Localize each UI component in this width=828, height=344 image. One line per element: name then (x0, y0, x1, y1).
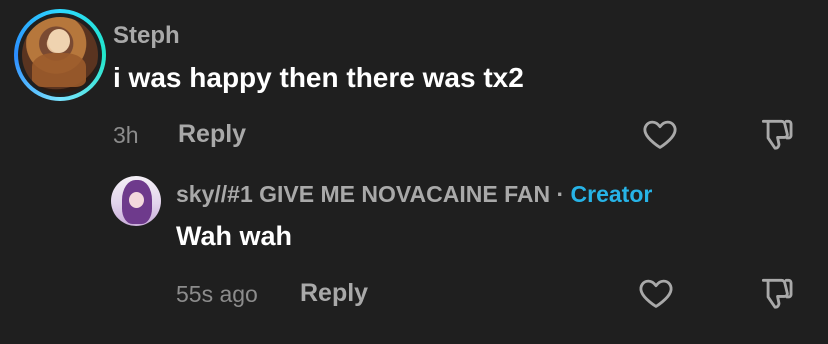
reply-avatar[interactable] (111, 176, 161, 226)
comment-text: i was happy then there was tx2 (113, 62, 524, 93)
reply-dislike-button[interactable] (757, 274, 795, 312)
avatar-image-detail (48, 29, 70, 53)
author-separator: · (550, 181, 571, 207)
reply-like-button[interactable] (637, 274, 675, 312)
reply-button[interactable]: Reply (178, 120, 246, 149)
heart-icon (639, 279, 673, 308)
reply-author[interactable]: sky//#1 GIVE ME NOVACAINE FAN (176, 181, 550, 207)
comment-timestamp: 3h (113, 122, 139, 148)
comment-author[interactable]: Steph (113, 22, 180, 50)
reply-to-reply-button[interactable]: Reply (300, 279, 368, 308)
reply-author-line: sky//#1 GIVE ME NOVACAINE FAN · Creator (176, 181, 652, 208)
avatar-image-detail (32, 53, 86, 87)
reply-text: Wah wah (176, 221, 293, 251)
thumbs-down-icon (761, 119, 793, 150)
creator-badge: Creator (570, 181, 653, 207)
thumbs-down-icon (761, 278, 793, 309)
dislike-button[interactable] (757, 115, 795, 153)
like-button[interactable] (641, 115, 679, 153)
avatar-image-detail (129, 192, 144, 208)
reply-timestamp: 55s ago (176, 281, 258, 307)
heart-icon (643, 120, 677, 149)
commenter-avatar[interactable] (22, 17, 98, 93)
